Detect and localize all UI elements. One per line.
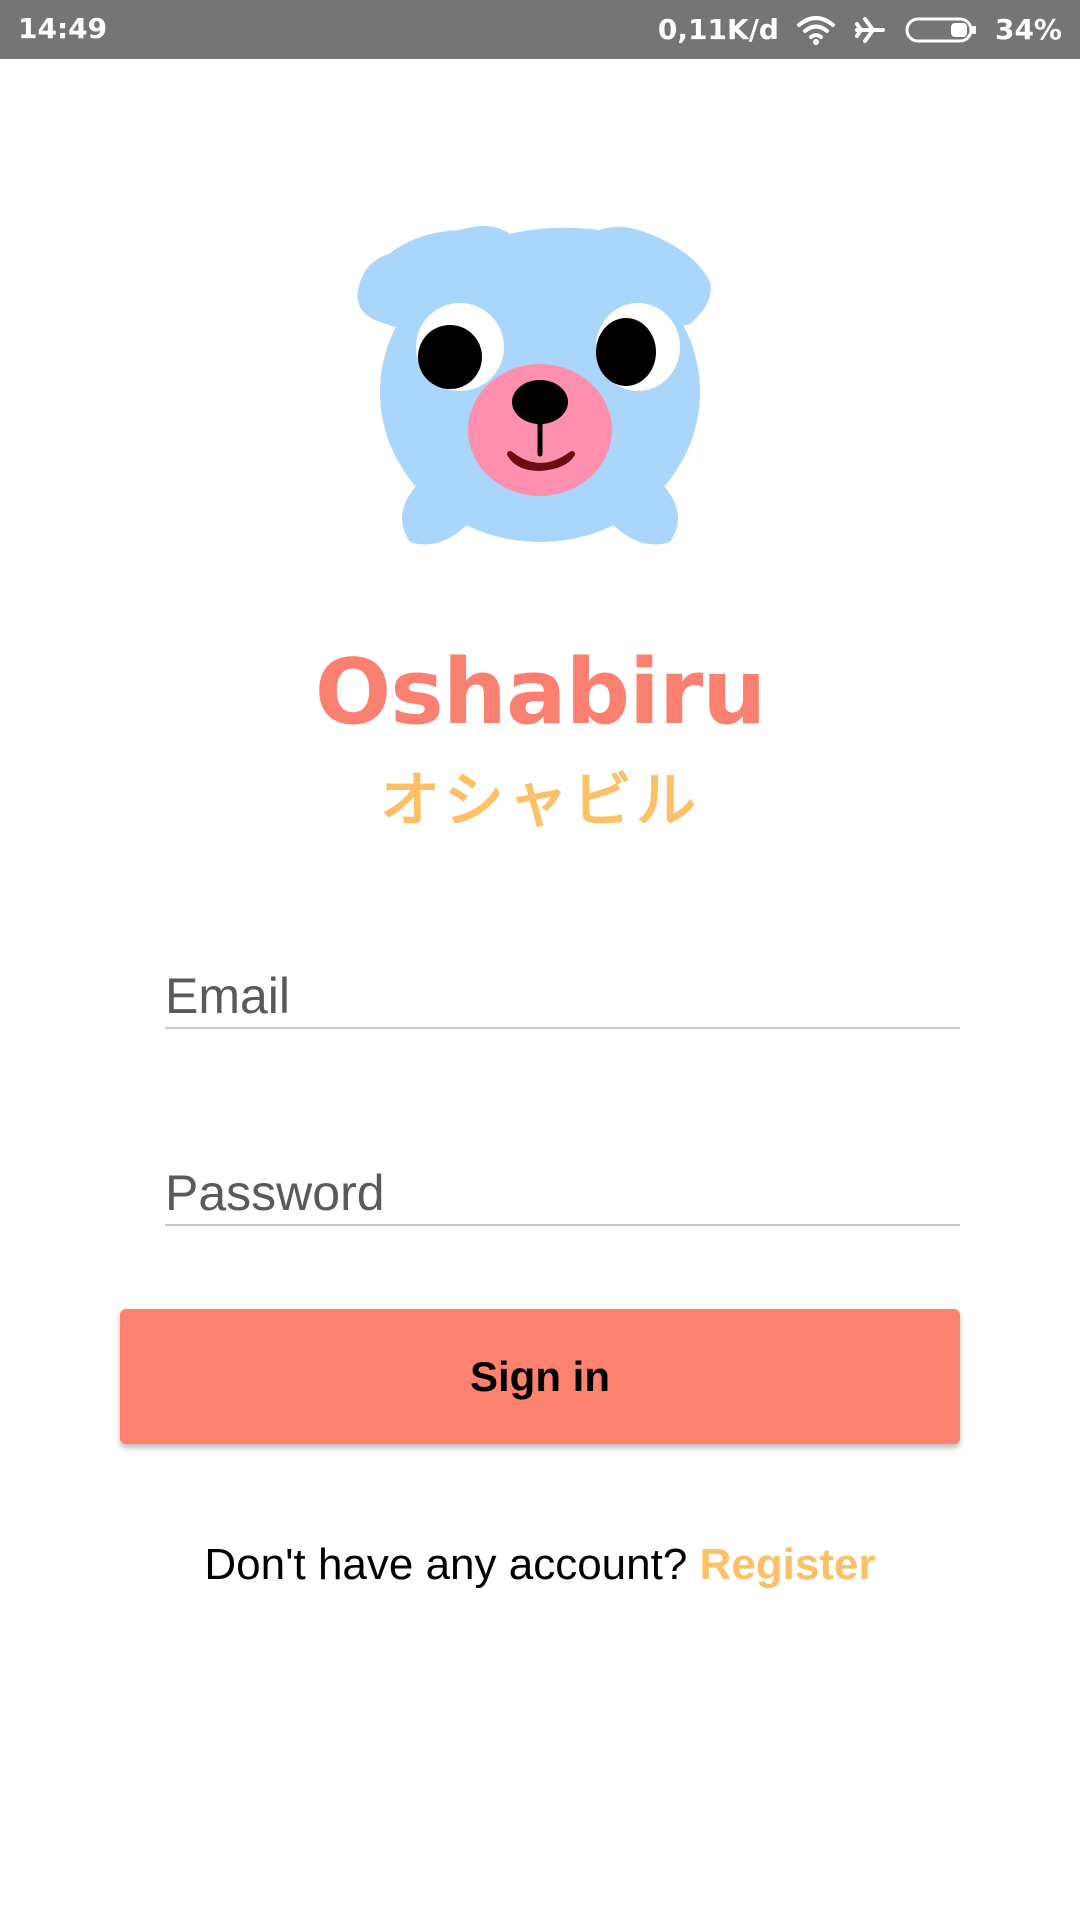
- bear-mascot-icon: [350, 222, 730, 554]
- register-row: Don't have any account? Register: [0, 1540, 1080, 1590]
- email-field[interactable]: [165, 965, 960, 1027]
- register-link[interactable]: Register: [700, 1540, 876, 1589]
- network-speed: 0,11K/d: [657, 13, 779, 46]
- status-bar: 14:49 0,11K/d 34%: [0, 0, 1080, 59]
- status-icons: 0,11K/d 34%: [658, 0, 1062, 59]
- status-time: 14:49: [18, 12, 108, 45]
- app-title: Oshabiru: [314, 640, 767, 745]
- airplane-mode-icon: [853, 15, 887, 45]
- wifi-icon: [796, 15, 835, 45]
- sign-in-button[interactable]: Sign in: [120, 1309, 960, 1444]
- password-field[interactable]: [165, 1162, 960, 1224]
- battery-icon: [905, 15, 977, 45]
- login-screen: 14:49 0,11K/d 34% Oshabiru オシャビル Email S…: [0, 0, 1080, 1920]
- app-subtitle: オシャビル: [380, 766, 700, 836]
- register-prompt: Don't have any account?: [204, 1540, 700, 1589]
- battery-percent: 34%: [994, 13, 1062, 46]
- email-field-container: [165, 965, 960, 1029]
- password-field-container: [165, 1162, 960, 1226]
